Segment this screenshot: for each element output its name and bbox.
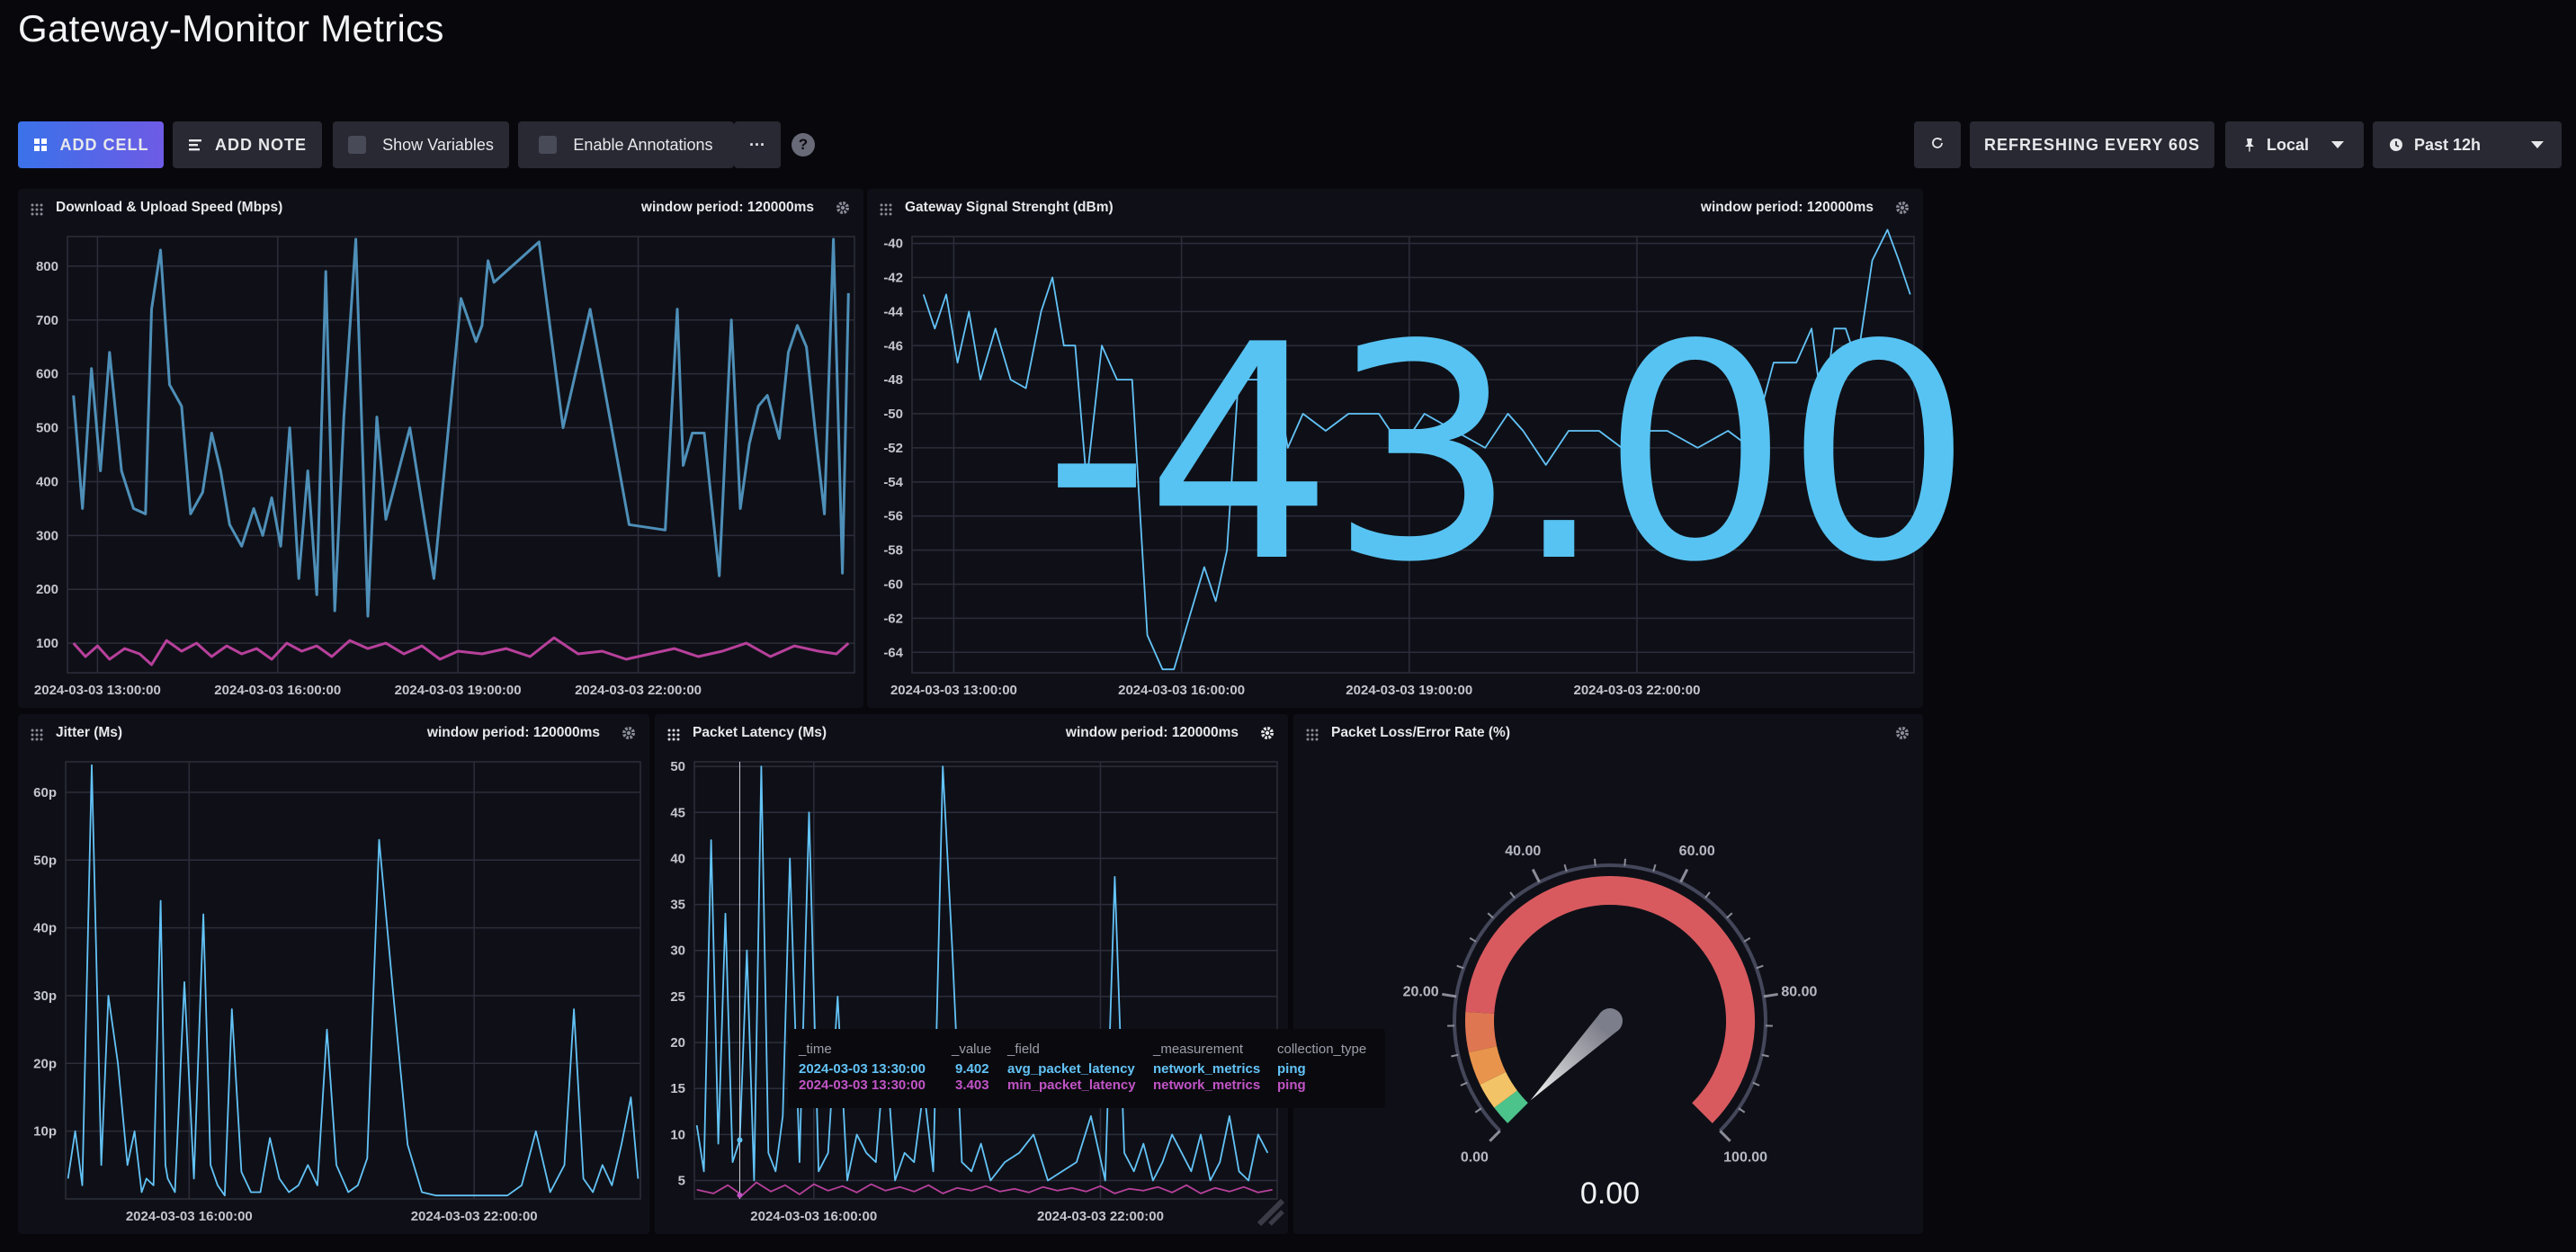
clock-icon	[2389, 138, 2403, 152]
window-period: window period: 120000ms	[1700, 200, 1874, 215]
note-icon	[188, 138, 202, 152]
refresh-button[interactable]	[1914, 121, 1961, 168]
panel-title: Download & Upload Speed (Mbps)	[56, 200, 283, 215]
tooltip-cell: ping	[1277, 1061, 1306, 1077]
tooltip-header: _measurement	[1153, 1042, 1244, 1057]
panel-loss: Packet Loss/Error Rate (%)	[1293, 714, 1923, 1234]
drag-handle-icon[interactable]	[31, 203, 43, 220]
tooltip-cell: 3.403	[955, 1078, 989, 1093]
panel-latency: Packet Latency (Ms) window period: 12000…	[655, 714, 1288, 1234]
drag-handle-icon[interactable]	[667, 729, 680, 746]
panel-jitter: Jitter (Ms) window period: 120000ms	[18, 714, 649, 1234]
show-variables-checkbox[interactable]	[348, 136, 367, 154]
panel-speed: Download & Upload Speed (Mbps) window pe…	[18, 189, 863, 708]
add-cell-label: ADD CELL	[59, 135, 149, 154]
tooltip-cell: min_packet_latency	[1007, 1078, 1136, 1093]
autorefresh-dropdown[interactable]: REFRESHING EVERY 60S	[1970, 121, 2214, 168]
panel-title: Jitter (Ms)	[56, 725, 123, 740]
panel-title: Packet Loss/Error Rate (%)	[1331, 725, 1510, 740]
gear-icon[interactable]	[1894, 200, 1910, 220]
add-cell-button[interactable]: ADD CELL	[18, 121, 164, 168]
add-note-label: ADD NOTE	[215, 135, 307, 154]
panel-header[interactable]: Jitter (Ms) window period: 120000ms	[18, 714, 649, 754]
gauge-value: 0.00	[1579, 1176, 1641, 1211]
tooltip-cell: 9.402	[955, 1061, 989, 1077]
help-label: ?	[798, 136, 809, 153]
gear-icon[interactable]	[1894, 725, 1910, 746]
drag-handle-icon[interactable]	[31, 729, 43, 746]
enable-annotations-toggle[interactable]: Enable Annotations	[518, 121, 734, 168]
grid-icon	[33, 138, 48, 152]
gear-icon[interactable]	[1259, 725, 1275, 746]
gear-icon[interactable]	[621, 725, 637, 746]
refresh-icon	[1929, 135, 1945, 156]
window-period: window period: 120000ms	[640, 200, 814, 215]
tooltip-cell: network_metrics	[1153, 1061, 1261, 1077]
tooltip-cell: 2024-03-03 13:30:00	[799, 1061, 926, 1077]
panel-title: Gateway Signal Strenght (dBm)	[905, 200, 1114, 215]
more-options-label: ···	[749, 135, 765, 154]
drag-handle-icon[interactable]	[1306, 729, 1319, 746]
show-variables-label: Show Variables	[382, 135, 494, 154]
panel-header[interactable]: Packet Loss/Error Rate (%)	[1293, 714, 1923, 754]
panel-header[interactable]: Packet Latency (Ms) window period: 12000…	[655, 714, 1288, 754]
time-range-label: Past 12h	[2414, 135, 2482, 154]
time-range-dropdown[interactable]: Past 12h	[2373, 121, 2562, 168]
window-period: window period: 120000ms	[426, 725, 600, 740]
add-note-button[interactable]: ADD NOTE	[173, 121, 322, 168]
timezone-dropdown[interactable]: Local	[2225, 121, 2364, 168]
tooltip-header: _value	[952, 1042, 992, 1057]
more-options-button[interactable]: ···	[734, 121, 781, 168]
tooltip-cell: ping	[1277, 1078, 1306, 1093]
page-title: Gateway-Monitor Metrics	[18, 7, 444, 49]
window-period: window period: 120000ms	[1065, 725, 1239, 740]
hover-tooltip: _time _value _field _measurement collect…	[788, 1029, 1385, 1108]
tooltip-header: _time	[799, 1042, 832, 1057]
tooltip-cell: avg_packet_latency	[1007, 1061, 1135, 1077]
help-icon[interactable]: ?	[792, 133, 815, 156]
panel-header[interactable]: Gateway Signal Strenght (dBm) window per…	[867, 189, 1923, 228]
tooltip-header: _field	[1007, 1042, 1040, 1057]
timezone-label: Local	[2267, 135, 2310, 154]
autorefresh-label: REFRESHING EVERY 60S	[1983, 135, 2201, 154]
pin-icon	[2243, 138, 2256, 152]
chevron-down-icon	[2331, 141, 2344, 148]
enable-annotations-checkbox[interactable]	[539, 136, 558, 154]
panel-title: Packet Latency (Ms)	[693, 725, 827, 740]
tooltip-header: collection_type	[1277, 1042, 1367, 1057]
show-variables-toggle[interactable]: Show Variables	[333, 121, 509, 168]
tooltip-cell: network_metrics	[1153, 1078, 1261, 1093]
drag-handle-icon[interactable]	[880, 203, 892, 220]
resize-handle-icon[interactable]	[1256, 1197, 1285, 1230]
panel-header[interactable]: Download & Upload Speed (Mbps) window pe…	[18, 189, 863, 228]
gear-icon[interactable]	[835, 200, 851, 220]
tooltip-cell: 2024-03-03 13:30:00	[799, 1078, 926, 1093]
signal-current-value: -43.00	[1043, 282, 1973, 627]
enable-annotations-label: Enable Annotations	[573, 135, 713, 154]
chevron-down-icon	[2531, 141, 2544, 148]
